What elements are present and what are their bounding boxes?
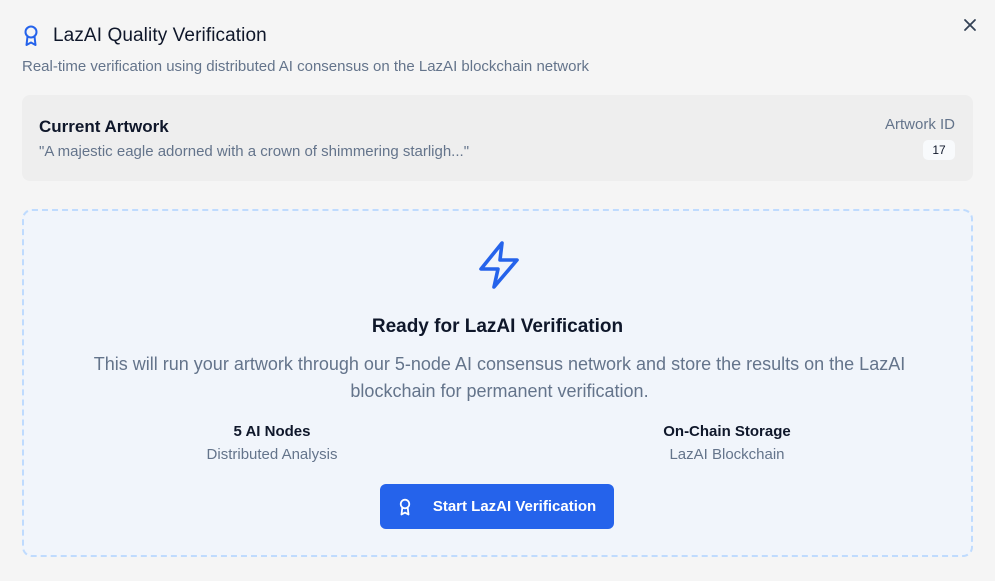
start-verification-button[interactable]: Start LazAI Verification bbox=[380, 484, 614, 529]
award-icon bbox=[22, 24, 42, 48]
current-artwork-label: Current Artwork bbox=[39, 117, 169, 136]
close-button[interactable] bbox=[959, 14, 981, 36]
dialog-title: LazAI Quality Verification bbox=[53, 25, 267, 46]
dialog-subtitle: Real-time verification using distributed… bbox=[22, 58, 589, 75]
ready-description: This will run your artwork through our 5… bbox=[93, 354, 906, 401]
feature-on-chain-storage: On-Chain Storage LazAI Blockchain bbox=[617, 423, 837, 463]
feature-title: 5 AI Nodes bbox=[233, 423, 311, 440]
feature-ai-nodes: 5 AI Nodes Distributed Analysis bbox=[162, 423, 382, 463]
artwork-prompt: "A majestic eagle adorned with a crown o… bbox=[39, 143, 470, 160]
dialog-header: LazAI Quality Verification bbox=[22, 24, 267, 48]
start-verification-label: Start LazAI Verification bbox=[432, 498, 597, 515]
verification-dialog: LazAI Quality Verification Real-time ver… bbox=[0, 0, 995, 581]
ready-title: Ready for LazAI Verification bbox=[371, 316, 624, 337]
close-icon bbox=[964, 19, 976, 31]
current-artwork-card: Current Artwork "A majestic eagle adorne… bbox=[22, 95, 973, 181]
lightning-bolt-icon bbox=[479, 241, 519, 289]
artwork-id-label: Artwork ID bbox=[884, 116, 955, 133]
feature-subtitle: Distributed Analysis bbox=[206, 446, 338, 463]
feature-title: On-Chain Storage bbox=[663, 423, 791, 440]
artwork-id-badge: 17 bbox=[923, 140, 955, 160]
award-icon bbox=[398, 497, 414, 517]
ready-verification-panel: Ready for LazAI Verification This will r… bbox=[22, 209, 973, 557]
feature-subtitle: LazAI Blockchain bbox=[669, 446, 785, 463]
